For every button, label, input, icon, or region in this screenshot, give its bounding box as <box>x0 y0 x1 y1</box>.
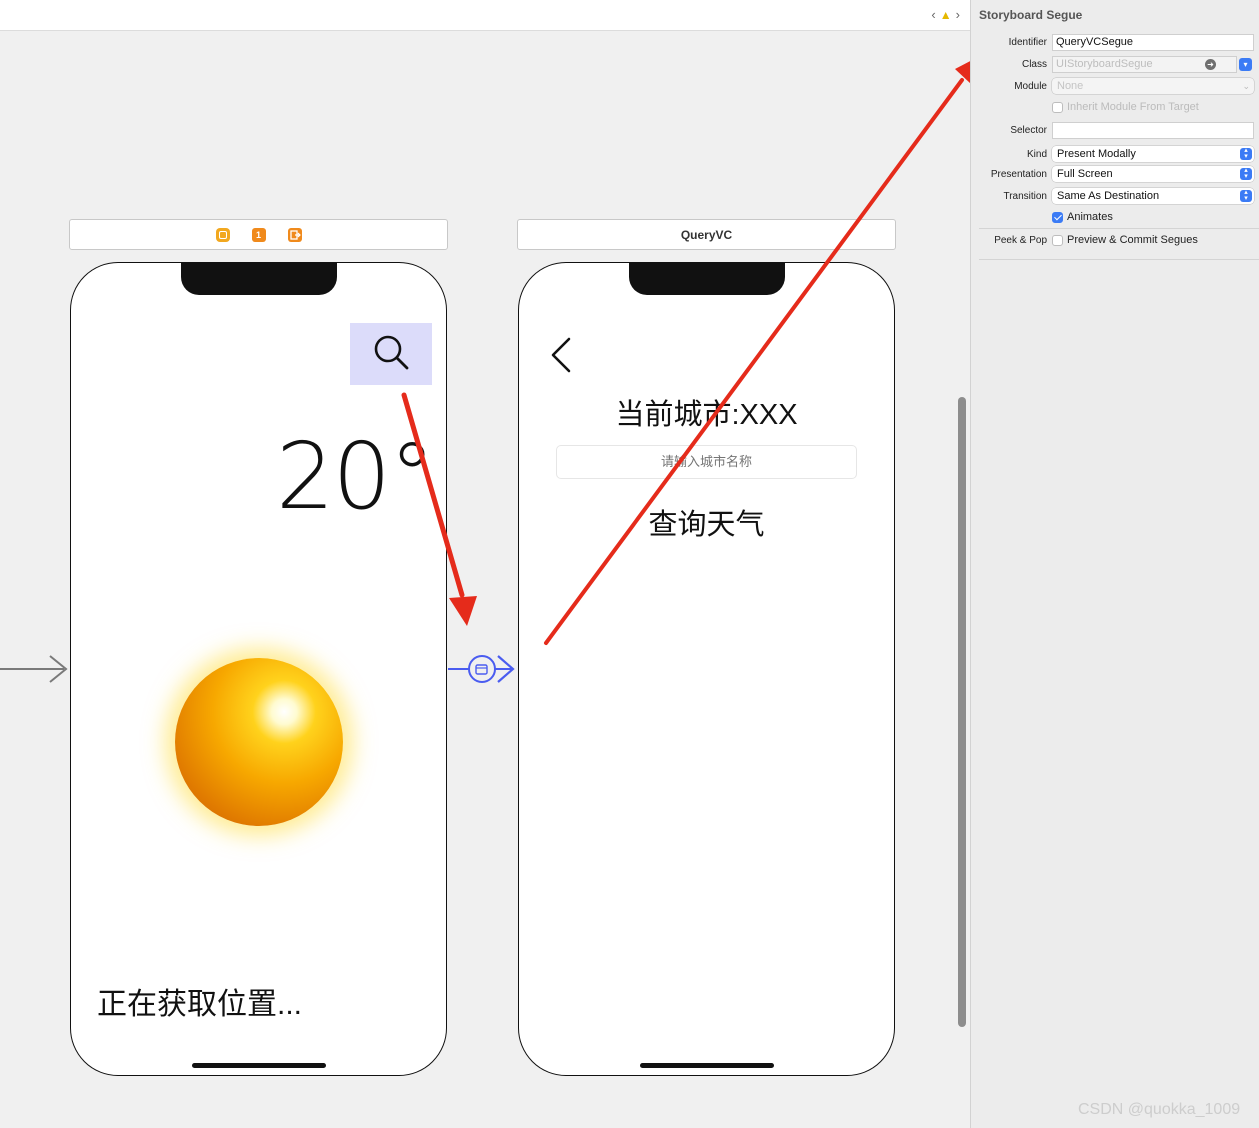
module-placeholder: None <box>1057 80 1084 92</box>
preview-commit-label: Preview & Commit Segues <box>1067 234 1198 246</box>
back-chevron-icon[interactable] <box>549 335 573 380</box>
weather-view-controller[interactable]: 20° 正在获取位置... <box>70 262 447 1076</box>
animates-row: Animates <box>971 207 1259 227</box>
canvas-scrollbar[interactable] <box>958 397 966 1027</box>
section-divider <box>979 228 1259 229</box>
kind-value: Present Modally <box>1057 148 1136 160</box>
storyboard-canvas[interactable]: 1 QueryVC 20° 正在获取位置... 当前城市:XXX 查询天气 <box>0 31 970 1128</box>
device-notch <box>628 263 785 295</box>
first-responder-icon[interactable]: 1 <box>251 227 266 242</box>
class-dropdown-icon[interactable]: ▾ <box>1239 57 1252 71</box>
presentation-value: Full Screen <box>1057 168 1113 180</box>
presentation-row: Presentation Full Screen ▴ ▾ <box>971 164 1259 184</box>
scene-title: QueryVC <box>680 227 733 242</box>
location-label: 正在获取位置... <box>97 988 303 1021</box>
city-name-field[interactable] <box>556 445 857 479</box>
transition-popup[interactable]: Same As Destination ▴ ▾ <box>1052 188 1254 204</box>
warning-icon[interactable]: ▲ <box>940 8 952 22</box>
go-to-class-icon[interactable]: ➜ <box>1205 58 1216 70</box>
inherit-module-label: Inherit Module From Target <box>1067 101 1199 113</box>
popup-stepper-icon: ▴ ▾ <box>1240 167 1252 180</box>
transition-value: Same As Destination <box>1057 190 1160 202</box>
home-indicator <box>639 1063 774 1068</box>
kind-row: Kind Present Modally ▴ ▾ <box>971 144 1259 164</box>
issue-navigator: ‹ ▲ › <box>931 7 960 22</box>
popup-stepper-icon: ▴ ▾ <box>1240 147 1252 160</box>
kind-popup[interactable]: Present Modally ▴ ▾ <box>1052 146 1254 162</box>
identifier-row: Identifier QueryVCSegue <box>971 32 1259 52</box>
preview-commit-checkbox[interactable] <box>1052 234 1063 246</box>
selector-field[interactable] <box>1052 121 1254 139</box>
selector-label: Selector <box>1010 124 1047 136</box>
kind-label: Kind <box>1026 148 1047 160</box>
animates-label: Animates <box>1067 211 1113 223</box>
popup-stepper-icon: ▴ ▾ <box>1240 189 1252 202</box>
transition-row: Transition Same As Destination ▴ ▾ <box>971 186 1259 206</box>
current-city-label: 当前城市:XXX <box>615 399 798 431</box>
query-scene-dock[interactable]: QueryVC <box>517 219 896 250</box>
section-divider <box>979 259 1259 260</box>
exit-icon[interactable] <box>287 227 302 242</box>
watermark-text: CSDN @quokka_1009 <box>1078 1101 1241 1118</box>
temperature-label: 20° <box>276 423 435 530</box>
peek-pop-row: Peek & Pop Preview & Commit Segues <box>971 230 1259 250</box>
chevron-down-icon: ⌄ <box>1242 81 1250 91</box>
inherit-row: Inherit Module From Target <box>971 97 1259 117</box>
animates-checkbox[interactable] <box>1052 211 1063 223</box>
presentation-label: Presentation <box>990 168 1047 180</box>
view-controller-icon[interactable] <box>215 227 230 242</box>
search-icon <box>371 332 411 377</box>
identifier-field[interactable]: QueryVCSegue <box>1052 33 1254 51</box>
attributes-inspector: Storyboard Segue Identifier QueryVCSegue… <box>970 0 1259 1128</box>
inspector-section-title: Storyboard Segue <box>979 8 1083 22</box>
peek-pop-label: Peek & Pop <box>994 234 1047 246</box>
inherit-module-checkbox[interactable] <box>1052 101 1063 113</box>
forward-arrow-icon[interactable]: › <box>956 7 960 22</box>
transition-label: Transition <box>1003 190 1047 202</box>
editor-top-bar: ‹ ▲ › <box>0 0 970 31</box>
weather-condition-image <box>175 658 343 826</box>
query-weather-button[interactable]: 查询天气 <box>519 501 894 543</box>
module-popup[interactable]: None ⌄ <box>1052 78 1254 94</box>
module-label: Module <box>1014 80 1047 92</box>
module-row: Module None ⌄ <box>971 76 1259 96</box>
back-arrow-icon[interactable]: ‹ <box>931 7 935 22</box>
selector-row: Selector <box>971 120 1259 140</box>
class-row: Class UIStoryboardSegue ➜ ▾ <box>971 54 1259 74</box>
class-placeholder: UIStoryboardSegue <box>1056 57 1153 70</box>
weather-scene-dock[interactable]: 1 <box>69 219 448 250</box>
presentation-popup[interactable]: Full Screen ▴ ▾ <box>1052 166 1254 182</box>
class-label: Class <box>1021 58 1047 70</box>
class-field[interactable]: UIStoryboardSegue ➜ ▾ <box>1052 55 1252 73</box>
device-notch <box>180 263 337 295</box>
home-indicator <box>191 1063 326 1068</box>
identifier-label: Identifier <box>1008 36 1047 48</box>
query-view-controller[interactable]: 当前城市:XXX 查询天气 <box>518 262 895 1076</box>
search-button[interactable] <box>350 323 432 385</box>
